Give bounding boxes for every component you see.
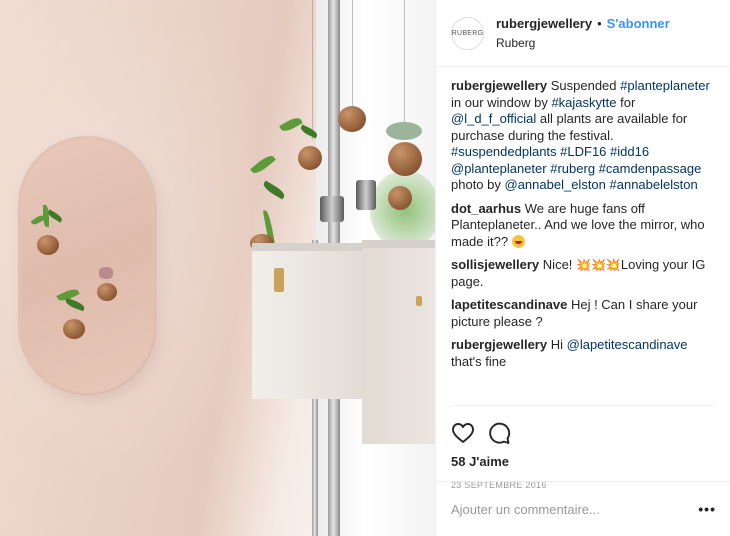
avatar[interactable]: RUBERG — [451, 16, 484, 50]
hashtag-link[interactable]: #suspendedplants — [451, 144, 557, 159]
post-header: RUBERG rubergjewellery • S'abonner Ruber… — [436, 0, 730, 67]
caption-text: for — [616, 94, 636, 110]
hashtag-link[interactable]: #kajaskytte — [551, 95, 616, 110]
comment-item: rubergjewellery Hi @lapetitescandinave t… — [451, 337, 715, 370]
hashtag-link[interactable]: #LDF16 — [560, 144, 606, 159]
caption: rubergjewellery Suspended #planteplanete… — [451, 78, 715, 194]
mention-link[interactable]: @annabel_elston — [505, 177, 606, 192]
comment-username[interactable]: sollisjewellery — [451, 257, 539, 272]
hanging-moss-ball — [388, 142, 422, 176]
separator-dot: • — [597, 16, 602, 31]
username-link[interactable]: rubergjewellery — [496, 16, 592, 31]
comment-text: Hi — [550, 337, 567, 352]
comment-username[interactable]: rubergjewellery — [451, 337, 547, 352]
header-row: rubergjewellery • S'abonner — [496, 16, 670, 31]
hanging-moss-ball — [298, 146, 322, 170]
hanging-moss-ball — [338, 106, 366, 132]
box-latch — [274, 268, 284, 292]
more-options-icon[interactable]: ••• — [698, 501, 716, 517]
reflected-leaf — [64, 297, 86, 312]
outdoor-greenery — [370, 170, 435, 250]
display-box-top — [362, 240, 435, 248]
hanging-string — [404, 0, 405, 132]
comment-input[interactable] — [451, 501, 691, 517]
header-text: rubergjewellery • S'abonner Ruberg — [496, 16, 670, 50]
reflected-moss-ball — [97, 283, 117, 301]
comment-text: that's fine — [451, 353, 507, 369]
box-latch — [416, 296, 422, 306]
reflected-succulent — [99, 267, 113, 279]
heart-icon[interactable] — [451, 421, 475, 445]
display-box — [252, 251, 362, 399]
oval-mirror — [19, 137, 155, 394]
likes-count[interactable]: 58 J'aime — [451, 454, 715, 469]
comment-username[interactable]: lapetitescandinave — [451, 297, 567, 312]
post-side-panel: RUBERG rubergjewellery • S'abonner Ruber… — [435, 0, 730, 536]
hashtag-link[interactable]: #ruberg — [550, 161, 595, 176]
comment-icon[interactable] — [487, 421, 511, 445]
hashtag-link[interactable]: #idd16 — [610, 144, 649, 159]
hashtag-link[interactable]: #camdenpassage — [599, 161, 702, 176]
comment-item: lapetitescandinave Hej ! Can I share you… — [451, 297, 715, 330]
hanging-moss-ball — [388, 186, 412, 210]
hanging-string — [312, 0, 313, 140]
hanging-string — [352, 0, 353, 110]
caption-text: photo by — [451, 177, 505, 192]
comments-list: rubergjewellery Suspended #planteplanete… — [436, 67, 730, 405]
follow-button[interactable]: S'abonner — [607, 16, 670, 31]
spot-lamp — [356, 180, 376, 210]
comment-item: dot_aarhus We are huge fans off Plantepl… — [451, 201, 715, 251]
display-box-top — [252, 243, 362, 251]
hashtag-link[interactable]: #annabelelston — [610, 177, 698, 192]
hashtag-link[interactable]: #planteplaneter — [620, 78, 710, 93]
mention-link[interactable]: @l_d_f_official — [451, 111, 536, 126]
succulent-rosette — [386, 122, 422, 140]
caption-text: Suspended — [550, 78, 621, 93]
location-link[interactable]: Ruberg — [496, 36, 670, 50]
action-icons — [451, 414, 715, 452]
display-box — [362, 248, 435, 444]
caption-text: in our window by — [451, 94, 552, 110]
comment-text: Nice! — [542, 257, 577, 272]
comment-username[interactable]: dot_aarhus — [451, 201, 521, 216]
grinning-emoji-icon — [511, 234, 525, 248]
reflected-leaf — [46, 209, 64, 223]
reflected-moss-ball — [37, 235, 59, 255]
reflected-moss-ball — [63, 319, 85, 339]
mention-link[interactable]: @lapetitescandinave — [567, 337, 688, 352]
comment-item: sollisjewellery Nice! 💥💥💥Loving your IG … — [451, 257, 715, 290]
reflected-leaf — [43, 205, 49, 227]
mention-link[interactable]: @planteplaneter — [451, 161, 547, 176]
post-photo[interactable] — [0, 0, 435, 536]
add-comment-bar: ••• — [436, 481, 730, 536]
caption-username[interactable]: rubergjewellery — [451, 78, 547, 93]
collision-emoji-icon: 💥💥💥 — [576, 258, 621, 272]
spot-lamp — [320, 196, 344, 222]
